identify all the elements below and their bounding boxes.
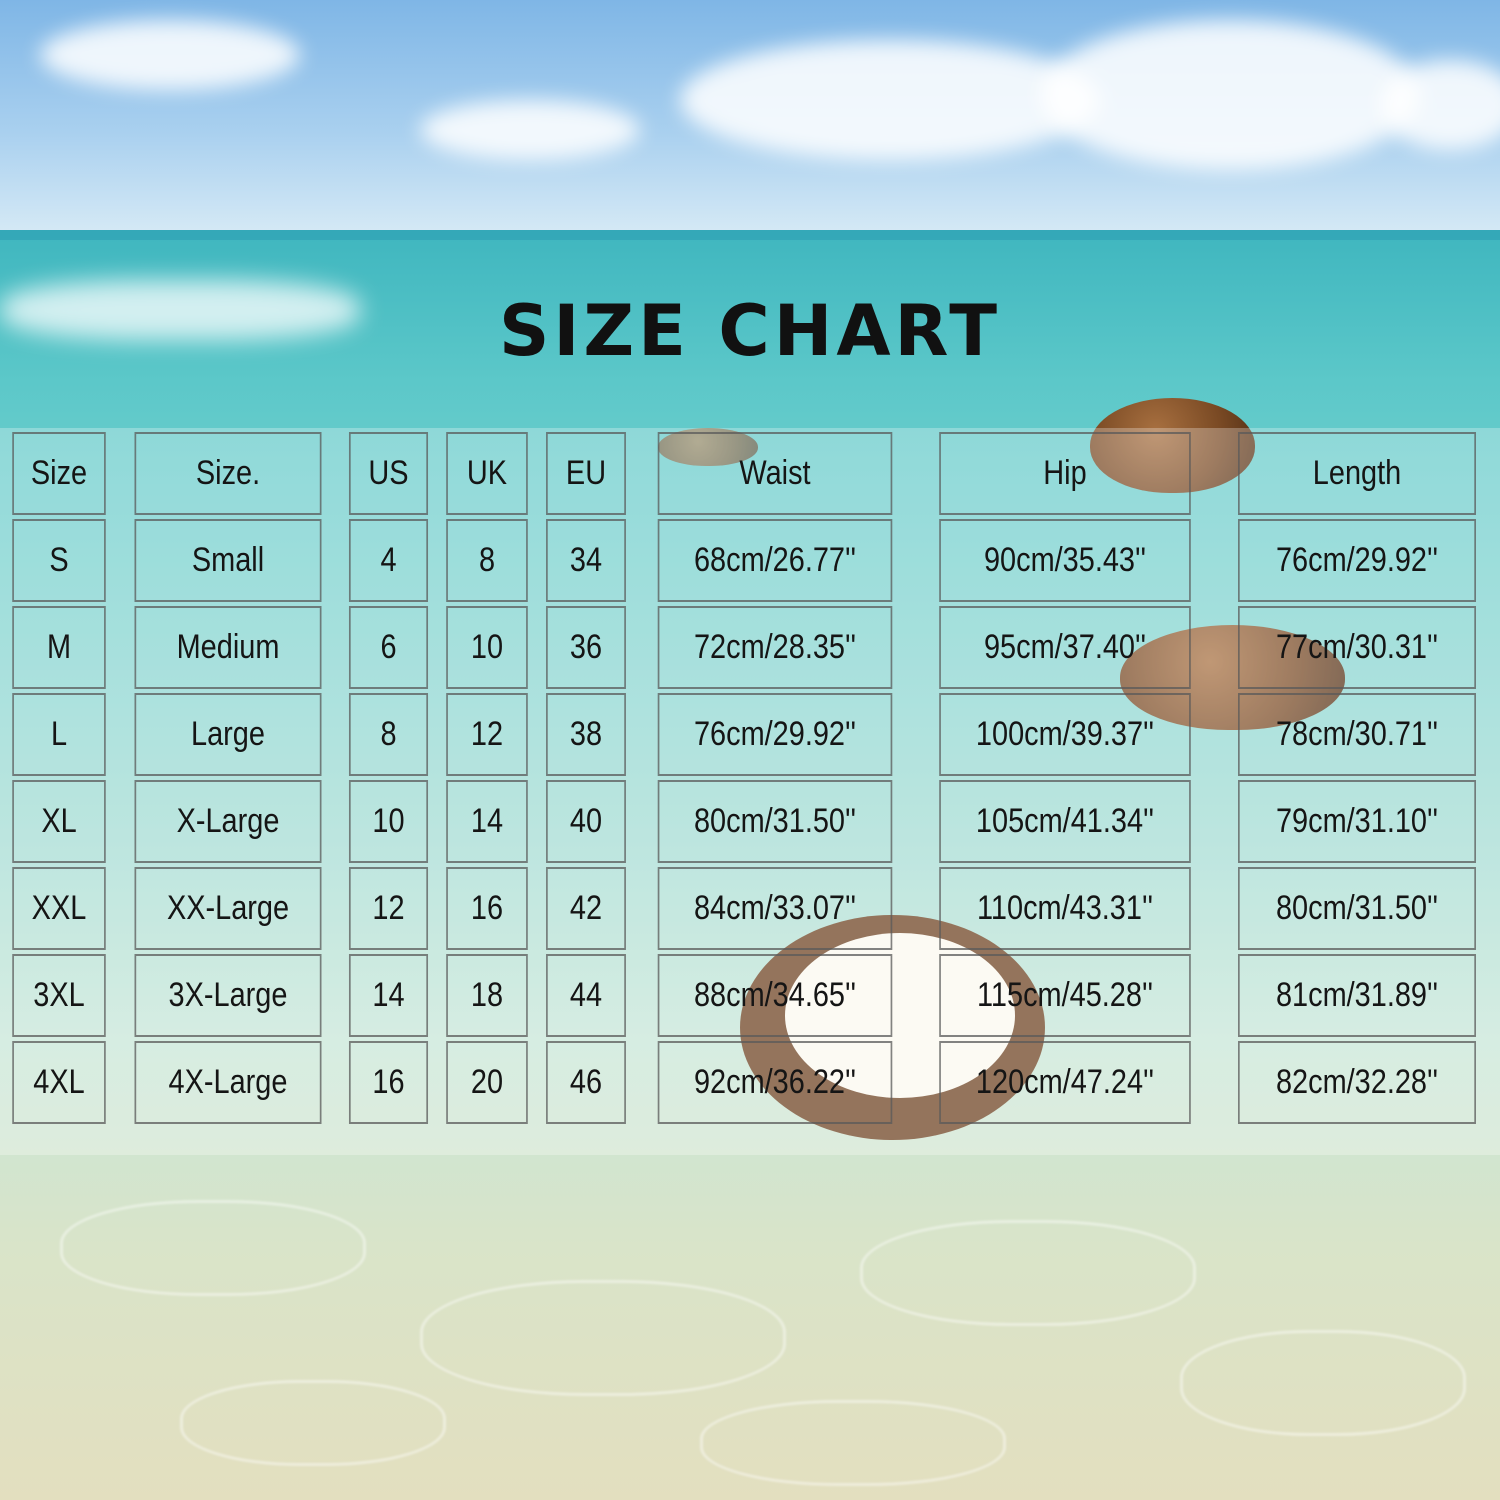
ripple [60,1200,366,1296]
cell-us: 14 [348,954,429,1037]
cell-length: 81cm/31.89'' [1238,954,1476,1037]
cell-size: XL [12,780,106,863]
cell-uk: 18 [446,954,528,1037]
header-length: Length [1238,432,1476,515]
cell-length: 79cm/31.10'' [1238,780,1476,863]
cell-size: 3XL [12,954,106,1037]
table-row: 3XL 3X-Large 14 18 44 88cm/34.65'' 115cm… [4,954,1497,1037]
ripple [700,1400,1006,1486]
table-header-row: Size Size. US UK EU Waist Hip Length [4,432,1497,515]
cell-hip: 95cm/37.40'' [939,606,1191,689]
cell-waist: 88cm/34.65'' [657,954,893,1037]
header-waist: Waist [657,432,893,515]
cell-size: 4XL [12,1041,106,1124]
cell-uk: 14 [446,780,528,863]
cell-size: M [12,606,106,689]
cell-us: 4 [348,519,429,602]
cell-eu: 38 [546,693,626,776]
cell-us: 6 [348,606,429,689]
cell-uk: 10 [446,606,528,689]
cell-length: 82cm/32.28'' [1238,1041,1476,1124]
cell-size-name: 3X-Large [134,954,322,1037]
cell-length: 76cm/29.92'' [1238,519,1476,602]
cell-hip: 110cm/43.31'' [939,867,1191,950]
header-size: Size [12,432,106,515]
table-row: XXL XX-Large 12 16 42 84cm/33.07'' 110cm… [4,867,1497,950]
cell-size-name: Medium [134,606,322,689]
cell-size-name: Small [134,519,322,602]
cell-hip: 100cm/39.37'' [939,693,1191,776]
cell-us: 8 [348,693,429,776]
cell-eu: 42 [546,867,626,950]
cell-size: XXL [12,867,106,950]
cell-length: 80cm/31.50'' [1238,867,1476,950]
cell-uk: 12 [446,693,528,776]
cell-hip: 105cm/41.34'' [939,780,1191,863]
ripple [420,1280,786,1396]
header-hip: Hip [939,432,1191,515]
header-uk: UK [446,432,528,515]
cell-length: 77cm/30.31'' [1238,606,1476,689]
cell-size-name: X-Large [134,780,322,863]
cell-eu: 36 [546,606,626,689]
cell-hip: 90cm/35.43'' [939,519,1191,602]
cell-waist: 76cm/29.92'' [657,693,893,776]
cell-eu: 46 [546,1041,626,1124]
cell-eu: 40 [546,780,626,863]
cell-uk: 20 [446,1041,528,1124]
cell-us: 12 [348,867,429,950]
table-row: XL X-Large 10 14 40 80cm/31.50'' 105cm/4… [4,780,1497,863]
ripple [1180,1330,1466,1436]
cell-hip: 115cm/45.28'' [939,954,1191,1037]
cloud [1040,20,1420,170]
cell-eu: 34 [546,519,626,602]
ripple [860,1220,1196,1326]
table-row: M Medium 6 10 36 72cm/28.35'' 95cm/37.40… [4,606,1497,689]
cell-eu: 44 [546,954,626,1037]
cell-waist: 80cm/31.50'' [657,780,893,863]
cell-size: L [12,693,106,776]
cell-waist: 68cm/26.77'' [657,519,893,602]
page-title: SIZE CHART [498,290,1002,372]
cell-waist: 72cm/28.35'' [657,606,893,689]
size-table: Size Size. US UK EU Waist Hip Length S S… [0,428,1500,1128]
header-us: US [348,432,429,515]
table-row: 4XL 4X-Large 16 20 46 92cm/36.22'' 120cm… [4,1041,1497,1124]
cell-length: 78cm/30.71'' [1238,693,1476,776]
cloud [420,100,640,160]
ripple [180,1380,446,1466]
cell-uk: 8 [446,519,528,602]
header-size-name: Size. [134,432,322,515]
cell-waist: 92cm/36.22'' [657,1041,893,1124]
cell-size: S [12,519,106,602]
table-row: L Large 8 12 38 76cm/29.92'' 100cm/39.37… [4,693,1497,776]
cell-size-name: Large [134,693,322,776]
cloud [40,20,300,90]
cell-us: 16 [348,1041,429,1124]
cell-size-name: XX-Large [134,867,322,950]
cell-hip: 120cm/47.24'' [939,1041,1191,1124]
cell-uk: 16 [446,867,528,950]
cell-size-name: 4X-Large [134,1041,322,1124]
table-row: S Small 4 8 34 68cm/26.77'' 90cm/35.43''… [4,519,1497,602]
cell-waist: 84cm/33.07'' [657,867,893,950]
cell-us: 10 [348,780,429,863]
header-eu: EU [546,432,626,515]
cloud [680,40,1100,160]
horizon [0,230,1500,240]
